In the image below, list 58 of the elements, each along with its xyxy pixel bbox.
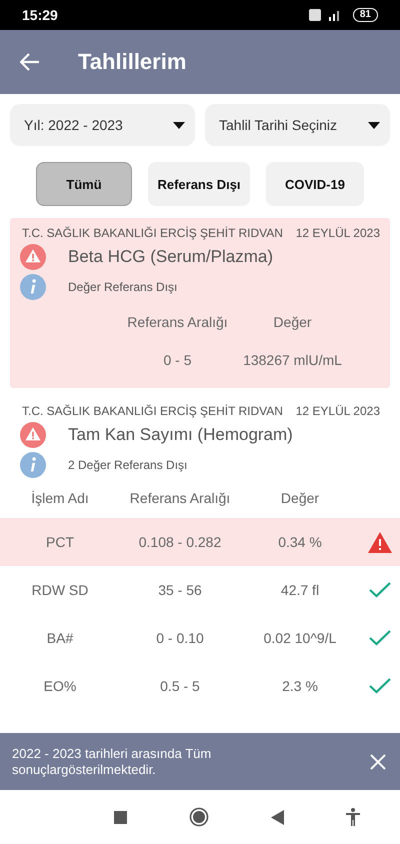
table-cell-text: 0.02 10^9/L — [262, 630, 338, 646]
dropdown[interactable]: Tahlil Tarihi Seçiniz — [205, 104, 390, 146]
triangle-icon — [271, 810, 284, 824]
column-header: Değer — [272, 314, 313, 330]
battery-level: 81 — [352, 8, 378, 22]
check-icon — [369, 630, 391, 646]
test-name: Beta HCG (Serum/Plazma) — [68, 247, 273, 267]
filter-tab[interactable]: Referans Dışı — [148, 162, 250, 206]
table-cell-text: 2.3 % — [281, 678, 319, 694]
table-cell-text: EO% — [42, 678, 78, 694]
result-note: 2 Değer Referans Dışı — [68, 458, 188, 472]
table-cell-text: PCT — [45, 534, 75, 550]
square-icon — [114, 810, 127, 824]
filter-tab[interactable]: COVID-19 — [266, 162, 364, 206]
filter-tab[interactable]: Tümü — [36, 162, 132, 206]
table-cell-text: 0 - 0.10 — [155, 630, 205, 646]
warning-icon — [368, 532, 392, 552]
hospital-name: T.C. SAĞLIK BAKANLIĞI ERCİŞ ŞEHİT RIDVAN — [22, 404, 283, 418]
result-note: Değer Referans Dışı — [68, 280, 178, 294]
table-cell-text: 0.108 - 0.282 — [138, 534, 222, 550]
back-arrow-icon — [20, 53, 40, 71]
result-date: 12 EYLÜL 2023 — [296, 404, 380, 418]
table-cell-text: RDW SD — [30, 582, 90, 598]
table-cell-text: 42.7 fl — [280, 582, 320, 598]
test-name: Tam Kan Sayımı (Hemogram) — [68, 425, 293, 445]
close-icon — [370, 754, 386, 770]
column-header: Referans Aralığı — [126, 314, 229, 330]
table-cell-text: 138267 mlU/mL — [242, 352, 343, 368]
column-header: Referans Aralığı — [128, 490, 232, 506]
back-button[interactable] — [20, 53, 40, 71]
info-icon — [20, 274, 46, 300]
column-header: İşlem Adı — [30, 490, 90, 506]
table-cell-text: 0.5 - 5 — [159, 678, 201, 694]
hospital-name: T.C. SAĞLIK BAKANLIĞI ERCİŞ ŞEHİT RIDVAN — [22, 226, 283, 240]
accessibility-button[interactable] — [346, 808, 360, 826]
close-button[interactable] — [370, 754, 386, 770]
table-cell-text: 0 - 5 — [162, 352, 192, 368]
table-cell-text: BA# — [46, 630, 74, 646]
check-icon — [369, 582, 391, 598]
back-nav-button[interactable] — [271, 810, 284, 824]
warning-icon — [20, 244, 46, 270]
person-icon — [346, 808, 360, 826]
check-icon — [369, 678, 391, 694]
dropdown[interactable]: Yıl: 2022 - 2023 — [10, 104, 195, 146]
home-button[interactable] — [189, 807, 209, 827]
home-icon — [189, 807, 209, 827]
table-cell-text: 0.34 % — [277, 534, 323, 550]
table-cell-text: 35 - 56 — [157, 582, 203, 598]
result-date: 12 EYLÜL 2023 — [296, 226, 380, 240]
recents-button[interactable] — [114, 810, 127, 824]
status-time: 15:29 — [22, 7, 58, 23]
page-title: Tahlillerim — [78, 49, 186, 75]
info-icon — [20, 452, 46, 478]
column-header: Değer — [280, 490, 320, 506]
warning-icon — [20, 422, 46, 448]
caret-icon — [368, 122, 380, 128]
caret-icon — [173, 122, 185, 128]
snackbar-message: 2022 - 2023 tarihleri arasında Tüm sonuçlargösterilmektedir. — [12, 746, 212, 778]
